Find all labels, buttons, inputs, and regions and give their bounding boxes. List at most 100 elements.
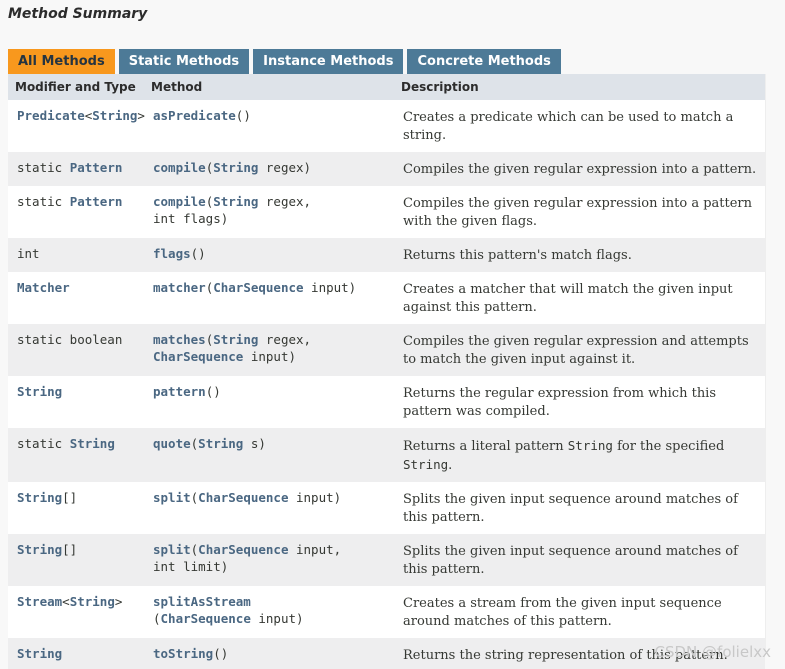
table-row: Matcher matcher(CharSequence input) Crea… — [8, 272, 765, 324]
table-row: int flags() Returns this pattern's match… — [8, 238, 765, 272]
method-args: regex, — [258, 332, 312, 347]
description-text: Returns a literal pattern — [403, 439, 568, 454]
header-description: Description — [394, 74, 765, 100]
method-args: ( — [153, 611, 161, 626]
type-text: > — [137, 108, 145, 123]
method-link[interactable]: splitAsStream — [153, 594, 251, 609]
tab-instance-methods[interactable]: Instance Methods — [253, 49, 404, 74]
method-cell: toString() — [144, 638, 394, 669]
method-link[interactable]: compile — [153, 160, 206, 175]
type-link-2[interactable]: String — [92, 108, 137, 123]
description-cell: Returns the regular expression from whic… — [403, 386, 717, 419]
method-args: s) — [243, 436, 266, 451]
modifier-type-cell: Stream<String> — [8, 586, 144, 638]
method-summary-table: Modifier and Type Method Description Pre… — [8, 74, 765, 669]
type-text: [] — [62, 490, 78, 505]
header-modifier-and-type: Modifier and Type — [8, 74, 144, 100]
param-type-link-2[interactable]: CharSequence — [153, 349, 243, 364]
tab-concrete-methods[interactable]: Concrete Methods — [407, 49, 561, 74]
type-link[interactable]: String — [17, 384, 62, 399]
modifier-type-cell: static Pattern — [8, 152, 144, 186]
method-cell: matcher(CharSequence input) — [144, 272, 394, 324]
type-link[interactable]: String — [70, 436, 115, 451]
method-link[interactable]: flags — [153, 246, 191, 261]
method-link[interactable]: split — [153, 542, 191, 557]
table-row: static boolean matches(String regex, Char… — [8, 324, 765, 376]
method-link[interactable]: compile — [153, 194, 206, 209]
type-link[interactable]: Predicate — [17, 108, 85, 123]
method-args: () — [235, 108, 251, 123]
tab-all-methods[interactable]: All Methods — [8, 49, 115, 74]
param-type-link[interactable]: CharSequence — [198, 490, 288, 505]
modifier-text: static — [17, 436, 70, 451]
param-type-link[interactable]: String — [198, 436, 243, 451]
method-link[interactable]: asPredicate — [153, 108, 236, 123]
method-args: regex, — [258, 194, 312, 209]
method-cell: flags() — [144, 238, 394, 272]
method-table-container: Modifier and Type Method Description Pre… — [8, 74, 766, 669]
param-type-link[interactable]: CharSequence — [213, 280, 303, 295]
param-type-link[interactable]: CharSequence — [198, 542, 288, 557]
table-row: String[] split(CharSequence input) Split… — [8, 482, 765, 534]
param-type-link[interactable]: CharSequence — [161, 611, 251, 626]
type-link-2[interactable]: String — [70, 594, 115, 609]
description-cell: Splits the given input sequence around m… — [394, 534, 765, 586]
method-cell: compile(String regex, int flags) — [144, 186, 394, 238]
tab-static-methods[interactable]: Static Methods — [118, 49, 250, 74]
method-cell: matches(String regex, CharSequence input) — [144, 324, 394, 376]
description-cell: Returns this pattern's match flags. — [394, 238, 765, 272]
method-cell: pattern() — [144, 376, 394, 428]
method-args: int flags) — [153, 211, 229, 226]
method-link[interactable]: quote — [153, 436, 191, 451]
type-text: < — [62, 594, 70, 609]
method-args: input) — [303, 280, 357, 295]
type-link[interactable]: Pattern — [70, 160, 123, 175]
type-link[interactable]: String — [17, 542, 62, 557]
modifier-type-cell: static boolean — [8, 324, 144, 376]
param-type-link[interactable]: String — [213, 332, 258, 347]
modifier-type-cell: static String — [8, 428, 144, 482]
table-row: static Pattern compile(String regex) Com… — [8, 152, 765, 186]
table-row: String pattern() Returns the regular exp… — [8, 376, 765, 428]
table-row: Stream<String> splitAsStream (CharSequenc… — [8, 586, 765, 638]
modifier-text: static — [17, 160, 70, 175]
method-args: regex) — [258, 160, 312, 175]
method-cell: compile(String regex) — [144, 152, 394, 186]
method-args: input, — [288, 542, 342, 557]
type-link[interactable]: String — [17, 490, 62, 505]
param-type-link[interactable]: String — [213, 194, 258, 209]
type-link[interactable]: Stream — [17, 594, 62, 609]
method-args: () — [190, 246, 206, 261]
description-cell: Creates a predicate which can be used to… — [403, 110, 734, 143]
method-cell: quote(String s) — [144, 428, 394, 482]
method-args: int limit) — [153, 559, 229, 574]
type-link[interactable]: Matcher — [17, 280, 70, 295]
method-link[interactable]: matcher — [153, 280, 206, 295]
table-row: String toString() Returns the string rep… — [8, 638, 765, 669]
description-cell: Compiles the given regular expression in… — [394, 152, 765, 186]
type-link[interactable]: Pattern — [70, 194, 123, 209]
table-row: static Pattern compile(String regex, int … — [8, 186, 765, 238]
description-text: for the specified — [612, 439, 725, 454]
type-link[interactable]: String — [17, 646, 62, 661]
table-row: static String quote(String s) Returns a … — [8, 428, 765, 482]
description-code: String — [403, 457, 449, 472]
modifier-type-cell: String[] — [8, 534, 144, 586]
method-summary-page: Method Summary All Methods Static Method… — [0, 0, 785, 669]
method-link[interactable]: matches — [153, 332, 206, 347]
method-link[interactable]: pattern — [153, 384, 206, 399]
param-type-link[interactable]: String — [213, 160, 258, 175]
description-cell: Creates a matcher that will match the gi… — [403, 282, 733, 315]
method-args: input) — [288, 490, 342, 505]
method-link[interactable]: split — [153, 490, 191, 505]
description-cell: Creates a stream from the given input se… — [403, 596, 722, 629]
modifier-text: static — [17, 194, 70, 209]
modifier-type-cell: String[] — [8, 482, 144, 534]
header-method: Method — [144, 74, 394, 100]
method-args: input) — [243, 349, 296, 364]
method-cell: asPredicate() — [144, 100, 394, 152]
method-args: input) — [250, 611, 304, 626]
modifier-type-cell: Matcher — [8, 272, 144, 324]
method-link[interactable]: toString — [153, 646, 213, 661]
modifier-type-cell: Predicate<String> — [8, 100, 145, 152]
